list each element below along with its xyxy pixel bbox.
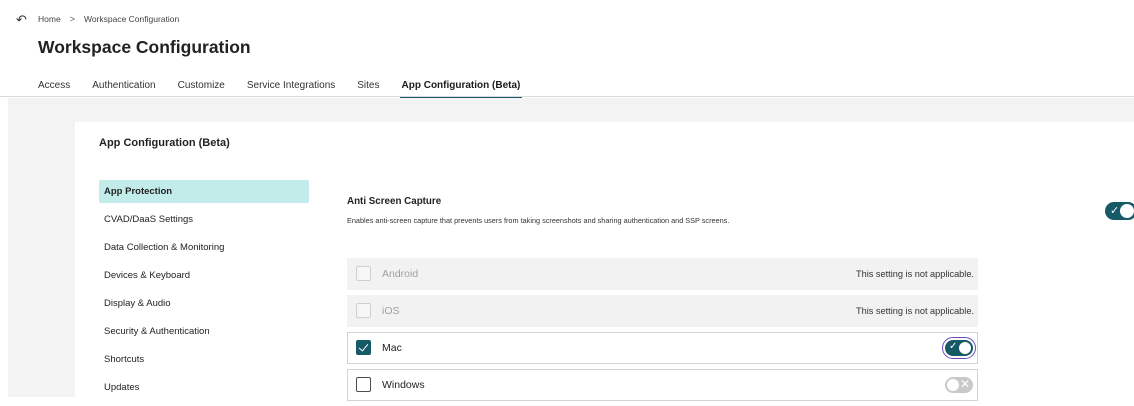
sidebar-item-shortcuts[interactable]: Shortcuts (99, 348, 309, 371)
windows-toggle[interactable]: ✕ (945, 377, 973, 393)
mac-toggle[interactable]: ✓ (942, 337, 976, 359)
header: ↶ Home > Workspace Configuration Workspa… (0, 0, 1134, 99)
platform-label: Mac (382, 342, 402, 354)
tab-bar: Access Authentication Customize Service … (38, 80, 542, 99)
sidebar-item-app-protection[interactable]: App Protection (99, 180, 309, 203)
sidebar-item-updates[interactable]: Updates (99, 376, 309, 399)
close-icon: ✕ (960, 377, 971, 391)
breadcrumb-current: Workspace Configuration (83, 14, 180, 24)
setting-header: Anti Screen Capture Enables anti-screen … (347, 196, 1134, 225)
app-configuration-panel: App Configuration (Beta) App Protection … (75, 122, 1134, 401)
sidebar-item-devices-keyboard[interactable]: Devices & Keyboard (99, 264, 309, 287)
back-arrow-icon[interactable]: ↶ (16, 12, 27, 28)
settings-sidebar: App Protection CVAD/DaaS Settings Data C… (99, 180, 309, 404)
platform-row-ios: iOS This setting is not applicable. (347, 295, 978, 327)
sidebar-item-display-audio[interactable]: Display & Audio (99, 292, 309, 315)
platform-row-android: Android This setting is not applicable. (347, 258, 978, 290)
platform-list: Android This setting is not applicable. … (347, 258, 978, 406)
breadcrumb: Home > Workspace Configuration (38, 14, 179, 24)
toggle-knob (1120, 204, 1134, 218)
setting-description: Enables anti-screen capture that prevent… (347, 216, 730, 225)
breadcrumb-separator-icon: > (69, 14, 75, 24)
sidebar-item-data-collection-monitoring[interactable]: Data Collection & Monitoring (99, 236, 309, 259)
android-checkbox (356, 266, 371, 281)
tab-service-integrations[interactable]: Service Integrations (247, 80, 335, 99)
platform-label: Android (382, 268, 419, 280)
not-applicable-note: This setting is not applicable. (856, 306, 974, 316)
windows-checkbox[interactable] (356, 377, 371, 392)
sidebar-item-cvad-daas-settings[interactable]: CVAD/DaaS Settings (99, 208, 309, 231)
not-applicable-note: This setting is not applicable. (856, 269, 974, 279)
platform-label: Windows (382, 379, 425, 391)
tab-app-configuration[interactable]: App Configuration (Beta) (399, 80, 523, 99)
panel-title: App Configuration (Beta) (99, 137, 230, 149)
tab-customize[interactable]: Customize (178, 80, 225, 99)
tab-access[interactable]: Access (38, 80, 70, 99)
setting-title: Anti Screen Capture (347, 196, 442, 207)
sidebar-item-security-authentication[interactable]: Security & Authentication (99, 320, 309, 343)
tab-sites[interactable]: Sites (357, 80, 379, 99)
toggle-knob (947, 379, 959, 391)
breadcrumb-home[interactable]: Home (38, 14, 61, 24)
check-icon: ✓ (949, 341, 958, 352)
platform-row-windows: Windows ✕ (347, 369, 978, 401)
mac-checkbox[interactable] (356, 340, 371, 355)
anti-screen-capture-toggle[interactable]: ✓ (1105, 202, 1134, 220)
ios-checkbox (356, 303, 371, 318)
platform-row-mac: Mac ✓ (347, 332, 978, 364)
toggle-knob (959, 342, 971, 354)
page-title: Workspace Configuration (38, 37, 251, 57)
tab-authentication[interactable]: Authentication (92, 80, 155, 99)
platform-label: iOS (382, 305, 400, 317)
check-icon: ✓ (1110, 205, 1120, 217)
